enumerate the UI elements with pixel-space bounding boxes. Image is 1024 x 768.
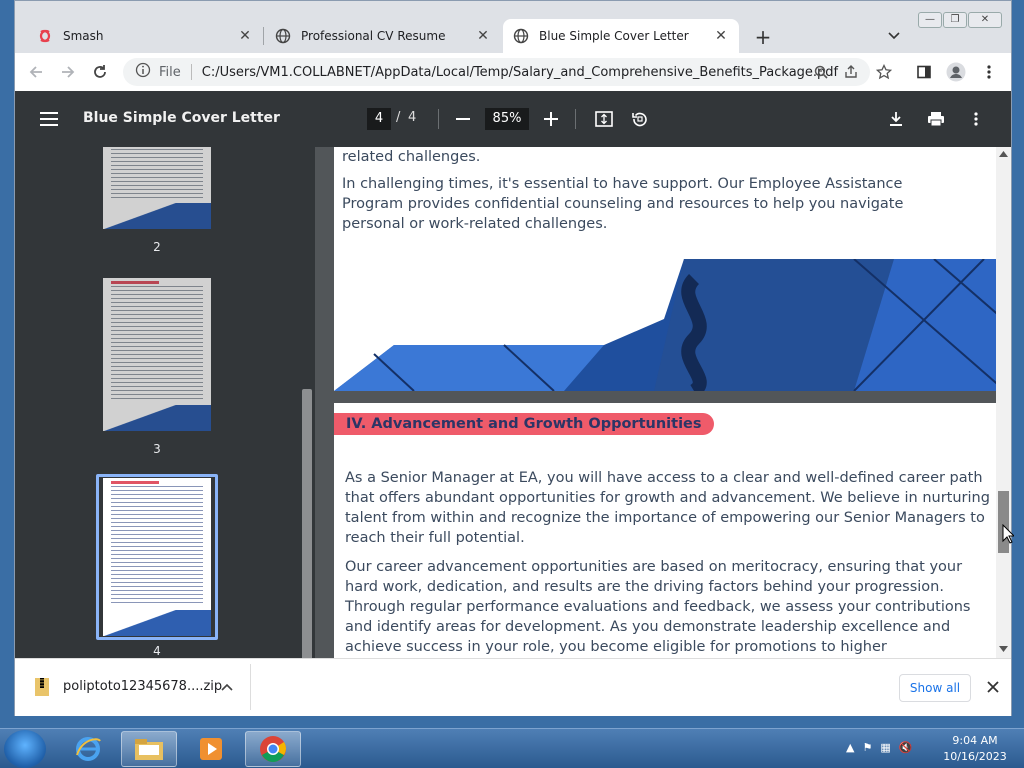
address-separator (190, 64, 192, 80)
pdf-viewer: Blue Simple Cover Letter 4 / 4 85% 2 3 4 (15, 91, 1011, 658)
download-filename[interactable]: poliptoto12345678....zip (63, 679, 222, 694)
close-tab-icon[interactable]: ✕ (475, 28, 491, 44)
clock-date: 10/16/2023 (943, 750, 1007, 763)
zoom-in-icon[interactable] (539, 107, 563, 131)
forward-icon[interactable] (57, 61, 79, 83)
thumbnail-label: 2 (153, 240, 161, 254)
pdf-page-3: related challenges. In challenging times… (334, 147, 1003, 391)
share-icon[interactable] (840, 61, 862, 83)
thumbnail-sidebar: 2 3 4 (15, 147, 315, 658)
network-icon[interactable]: ▦ (880, 741, 890, 754)
reload-icon[interactable] (89, 61, 111, 83)
toolbar-divider (438, 109, 439, 129)
side-panel-icon[interactable] (913, 61, 935, 83)
tab-title: Smash (63, 29, 104, 43)
bookmark-star-icon[interactable] (873, 61, 895, 83)
thumbnail-label: 3 (153, 442, 161, 456)
downloads-divider (250, 664, 251, 710)
back-icon[interactable] (25, 61, 47, 83)
mouse-cursor-icon (1002, 524, 1014, 544)
browser-menu-icon[interactable] (978, 61, 1000, 83)
tab-title: Blue Simple Cover Letter (539, 29, 689, 43)
pdf-title: Blue Simple Cover Letter (83, 110, 280, 126)
page-separator: / (396, 110, 401, 125)
thumbnail-page-3[interactable] (103, 278, 211, 431)
scroll-up-icon[interactable] (999, 151, 1008, 157)
tab-smash[interactable]: Smash ✕ (27, 19, 263, 53)
thumbnail-page-4[interactable] (103, 478, 211, 636)
action-center-flag-icon[interactable]: ⚑ (862, 741, 872, 754)
close-tab-icon[interactable]: ✕ (237, 28, 253, 44)
page-text: As a Senior Manager at EA, you will have… (345, 470, 990, 546)
media-player-icon[interactable] (183, 731, 239, 767)
browser-toolbar: File C:/Users/VM1.COLLABNET/AppData/Loca… (15, 53, 1011, 91)
download-icon[interactable] (884, 107, 908, 131)
tab-title: Professional CV Resume (301, 29, 446, 43)
page-text: related challenges. (342, 149, 481, 165)
smash-logo-icon (37, 28, 53, 44)
toolbar-divider (575, 109, 576, 129)
url-text[interactable]: C:/Users/VM1.COLLABNET/AppData/Local/Tem… (202, 65, 838, 80)
zoom-out-icon[interactable] (451, 107, 475, 131)
browser-window: Smash ✕ Professional CV Resume ✕ Blue Si… (14, 0, 1012, 716)
page-decoration-shape (334, 259, 1003, 391)
globe-icon (275, 28, 291, 44)
rotate-icon[interactable] (628, 107, 652, 131)
tab-professional-cv[interactable]: Professional CV Resume ✕ (265, 19, 501, 53)
taskbar-clock[interactable]: 9:04 AM 10/16/2023 (940, 733, 1010, 765)
tab-separator (263, 27, 264, 45)
system-tray: ▲ ⚑ ▦ 🔇 (846, 741, 912, 754)
page-text: In challenging times, it's essential to … (342, 176, 904, 232)
section-heading: IV. Advancement and Growth Opportunities (334, 413, 714, 435)
close-window-button[interactable]: ✕ (968, 12, 1002, 28)
close-tab-icon[interactable]: ✕ (713, 28, 729, 44)
total-pages: 4 (408, 110, 417, 125)
thumbnail-page-2[interactable] (103, 147, 211, 229)
tab-strip: Smash ✕ Professional CV Resume ✕ Blue Si… (15, 1, 1011, 53)
chevron-up-icon[interactable] (221, 683, 233, 691)
scheme-label: File (159, 64, 181, 80)
maximize-button[interactable]: ❐ (943, 12, 967, 28)
profile-avatar-icon[interactable] (945, 61, 967, 83)
zoom-level-input[interactable]: 85% (485, 108, 529, 130)
zoom-icon[interactable] (810, 61, 832, 83)
zip-file-icon (35, 678, 49, 696)
current-page-input[interactable]: 4 (367, 108, 391, 130)
document-scrollbar[interactable] (996, 147, 1011, 658)
thumbnail-label: 4 (153, 644, 161, 658)
close-downloads-icon[interactable] (987, 681, 999, 693)
info-icon[interactable] (135, 62, 151, 82)
clock-time: 9:04 AM (952, 734, 998, 747)
hamburger-menu-icon[interactable] (37, 107, 61, 131)
scroll-down-icon[interactable] (999, 646, 1008, 652)
fit-page-icon[interactable] (592, 107, 616, 131)
minimize-button[interactable]: — (918, 12, 942, 28)
internet-explorer-icon[interactable] (60, 731, 116, 767)
show-all-button[interactable]: Show all (899, 674, 971, 702)
pdf-toolbar: Blue Simple Cover Letter 4 / 4 85% (15, 91, 1011, 147)
windows-taskbar: ▲ ⚑ ▦ 🔇 9:04 AM 10/16/2023 (0, 728, 1024, 768)
tab-search-chevron-icon[interactable] (886, 27, 902, 43)
chrome-icon[interactable] (245, 731, 301, 767)
tray-expand-icon[interactable]: ▲ (846, 741, 854, 754)
tab-blue-simple-cover-letter[interactable]: Blue Simple Cover Letter ✕ (503, 19, 739, 53)
start-button[interactable] (4, 730, 46, 768)
globe-icon (513, 28, 529, 44)
volume-muted-icon[interactable]: 🔇 (899, 741, 913, 754)
file-explorer-icon[interactable] (121, 731, 177, 767)
pdf-page-4: IV. Advancement and Growth Opportunities… (334, 403, 1003, 658)
pdf-more-icon[interactable] (964, 107, 988, 131)
pdf-document-area: related challenges. In challenging times… (315, 147, 1011, 658)
page-text: Our career advancement opportunities are… (345, 559, 971, 655)
downloads-bar: poliptoto12345678....zip Show all (15, 658, 1011, 716)
sidebar-scrollbar-thumb[interactable] (302, 389, 312, 658)
address-bar[interactable]: File C:/Users/VM1.COLLABNET/AppData/Loca… (123, 58, 870, 86)
new-tab-button[interactable]: + (752, 25, 774, 49)
print-icon[interactable] (924, 107, 948, 131)
